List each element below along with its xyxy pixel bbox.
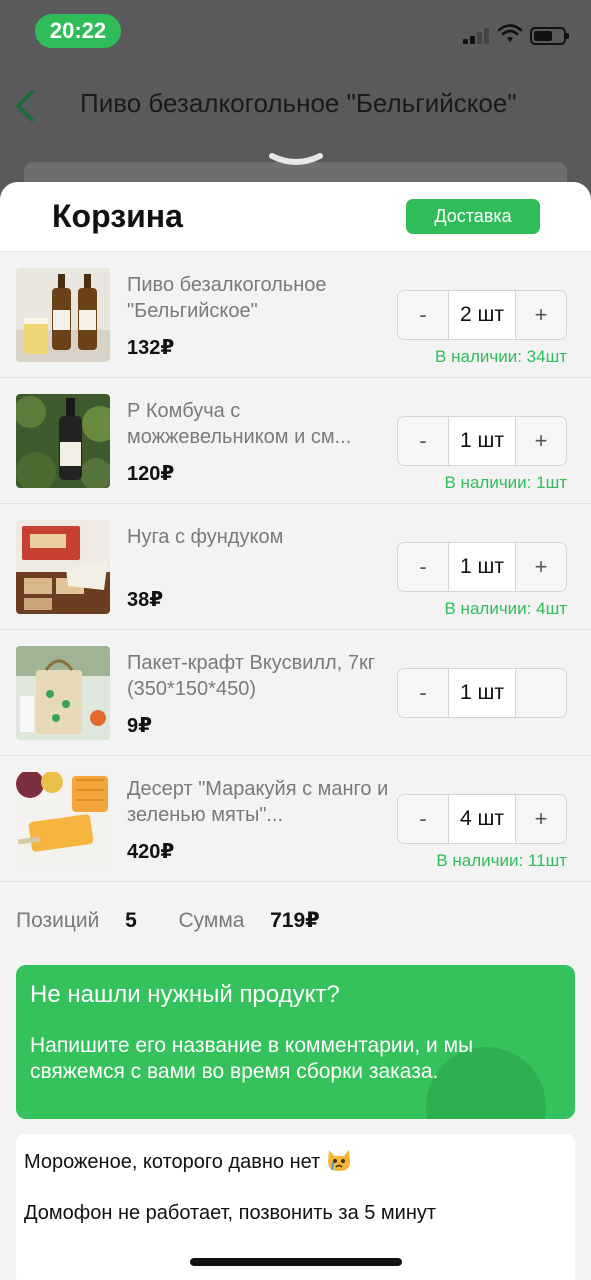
increase-quantity-button[interactable] [516, 669, 566, 716]
quantity-stepper: - 1 шт + [397, 415, 567, 466]
background-page-title: Пиво безалкогольное "Бельгийское" [80, 88, 517, 118]
quantity-value: 2 шт [448, 289, 516, 340]
mango-dessert-image[interactable] [16, 772, 110, 866]
increase-quantity-button[interactable]: + [516, 417, 566, 464]
nougat-image[interactable] [16, 520, 110, 614]
sum-label: Сумма [178, 909, 245, 932]
quantity-stepper: - 1 шт [397, 667, 567, 718]
stock-status: В наличии: 1шт [444, 473, 568, 492]
decrease-quantity-button[interactable]: - [398, 543, 448, 590]
item-name[interactable]: Пакет-крафт Вкусвилл, 7кг (350*150*450) [127, 650, 389, 702]
cart-item: Пакет-крафт Вкусвилл, 7кг (350*150*450) … [0, 630, 591, 756]
increase-quantity-button[interactable]: + [516, 291, 566, 338]
cart-sheet: Корзина Доставка Пиво безалкогольное "Бе… [0, 182, 591, 1280]
quantity-stepper: - 1 шт + [397, 541, 567, 592]
quantity-value: 1 шт [448, 667, 516, 718]
item-name[interactable]: Пиво безалкогольное "Бельгийское" [127, 272, 389, 324]
banner-title: Не нашли нужный продукт? [30, 981, 340, 1008]
item-price: 120₽ [127, 463, 175, 485]
decrease-quantity-button[interactable]: - [398, 795, 448, 842]
item-name[interactable]: Десерт "Маракуйя с манго и зеленью мяты"… [127, 776, 389, 828]
quantity-value: 1 шт [448, 541, 516, 592]
crying-cat-emoji-icon [328, 1150, 351, 1171]
comment-text-2: Домофон не работает, позвонить за 5 мину… [24, 1202, 437, 1224]
decrease-quantity-button[interactable]: - [398, 417, 448, 464]
quantity-stepper: - 4 шт + [397, 793, 567, 844]
cart-item: Десерт "Маракуйя с манго и зеленью мяты"… [0, 756, 591, 882]
stock-status: В наличии: 4шт [444, 599, 568, 618]
wifi-icon [498, 24, 522, 42]
cellular-signal-icon [463, 28, 491, 44]
item-price: 9₽ [127, 715, 153, 737]
cart-title: Корзина [52, 198, 183, 234]
quantity-stepper: - 2 шт + [397, 289, 567, 340]
cart-header: Корзина Доставка [0, 182, 591, 252]
cart-items-list: Пиво безалкогольное "Бельгийское" 132₽ -… [0, 252, 591, 882]
kraft-bag-image[interactable] [16, 646, 110, 740]
battery-icon [530, 27, 569, 45]
positions-value: 5 [125, 909, 137, 932]
stock-status: В наличии: 11шт [436, 851, 567, 870]
stock-status: В наличии: 34шт [435, 347, 567, 366]
sheet-collapse-chevron-icon[interactable] [268, 152, 324, 174]
item-name[interactable]: Р Комбуча с можжевельником и см... [127, 398, 389, 450]
beer-bottles-image[interactable] [16, 268, 110, 362]
item-price: 38₽ [127, 589, 164, 611]
kombucha-bottle-image[interactable] [16, 394, 110, 488]
status-time: 20:22 [35, 14, 121, 48]
status-bar: 20:22 [0, 0, 591, 60]
quantity-value: 4 шт [448, 793, 516, 844]
decrease-quantity-button[interactable]: - [398, 669, 448, 716]
item-name[interactable]: Нуга с фундуком [127, 524, 389, 550]
comment-line: Мороженое, которого давно нет [24, 1148, 567, 1174]
back-chevron-icon[interactable] [12, 88, 40, 124]
cart-item: Нуга с фундуком 38₽ - 1 шт + В наличии: … [0, 504, 591, 630]
comment-text-1: Мороженое, которого давно нет [24, 1151, 321, 1173]
positions-label: Позиций [16, 909, 100, 932]
missing-product-banner: Не нашли нужный продукт? Напишите его на… [16, 965, 575, 1119]
decrease-quantity-button[interactable]: - [398, 291, 448, 338]
home-indicator [190, 1258, 402, 1266]
cart-item: Р Комбуча с можжевельником и см... 120₽ … [0, 378, 591, 504]
cart-item: Пиво безалкогольное "Бельгийское" 132₽ -… [0, 252, 591, 378]
item-price: 132₽ [127, 337, 175, 359]
delivery-button[interactable]: Доставка [406, 199, 540, 234]
increase-quantity-button[interactable]: + [516, 543, 566, 590]
cart-summary: Позиций 5 Сумма 719₽ [16, 908, 320, 933]
banner-text: Напишите его название в комментарии, и м… [30, 1034, 474, 1083]
increase-quantity-button[interactable]: + [516, 795, 566, 842]
sum-value: 719₽ [270, 909, 320, 932]
item-price: 420₽ [127, 841, 175, 863]
quantity-value: 1 шт [448, 415, 516, 466]
